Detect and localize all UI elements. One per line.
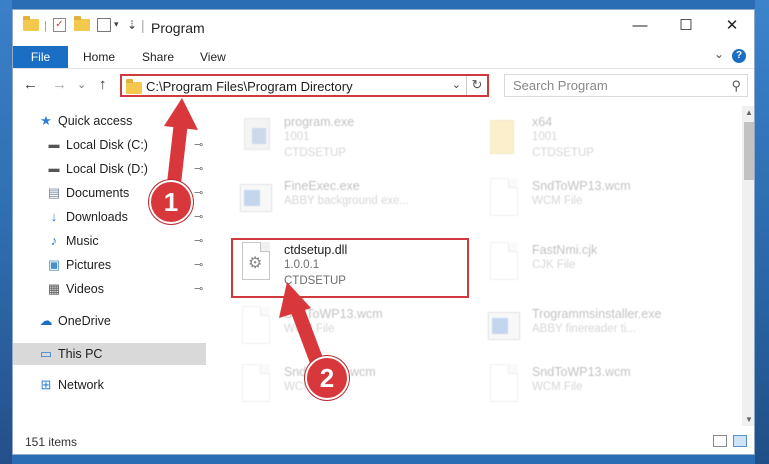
arrow-step-2 bbox=[279, 282, 324, 365]
step-1-badge: 1 bbox=[149, 180, 193, 224]
step-arrows bbox=[164, 98, 324, 365]
explorer-window: | ✓ ▾ ⇣ | Program — ☐ ✕ File Home Share … bbox=[12, 9, 755, 455]
arrow-step-1 bbox=[164, 98, 198, 193]
step-2-badge: 2 bbox=[305, 356, 349, 400]
desktop-background-right bbox=[755, 0, 769, 464]
desktop-background-left bbox=[0, 0, 12, 464]
